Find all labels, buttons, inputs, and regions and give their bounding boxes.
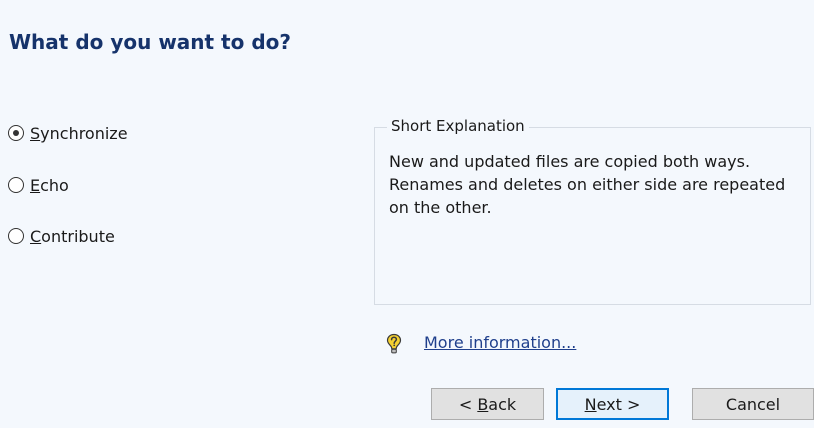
mnemonic-c: C — [30, 226, 42, 246]
wizard-panel: What do you want to do? Synchronize Echo… — [0, 0, 814, 428]
question-bulb-icon — [386, 333, 402, 354]
mnemonic-e: E — [30, 175, 41, 195]
option-echo[interactable]: Echo — [8, 173, 69, 197]
mnemonic-n: N — [584, 394, 597, 414]
cancel-button[interactable]: Cancel — [692, 388, 814, 420]
radio-button-contribute[interactable] — [8, 228, 24, 244]
mnemonic-b: B — [477, 394, 489, 414]
back-rest: ack — [488, 394, 517, 414]
option-contribute-label: Contribute — [30, 227, 115, 246]
next-rest: ext > — [596, 394, 641, 414]
explanation-text: New and updated files are copied both wa… — [389, 152, 786, 217]
cancel-label: Cancel — [725, 394, 781, 414]
back-button[interactable]: < Back — [431, 388, 544, 420]
radio-button-echo[interactable] — [8, 177, 24, 193]
option-contribute[interactable]: Contribute — [8, 224, 115, 248]
more-information-link[interactable]: More information... — [424, 333, 576, 352]
label-rest: cho — [40, 175, 69, 195]
page-title: What do you want to do? — [9, 30, 291, 54]
radio-button-synchronize[interactable] — [8, 125, 24, 141]
option-synchronize[interactable]: Synchronize — [8, 121, 128, 145]
option-echo-label: Echo — [30, 176, 69, 195]
short-explanation-groupbox: Short Explanation New and updated files … — [374, 117, 811, 305]
next-button[interactable]: Next > — [556, 388, 669, 420]
option-synchronize-label: Synchronize — [30, 124, 128, 143]
mnemonic-s: S — [30, 123, 41, 143]
back-prefix: < — [458, 394, 478, 414]
label-rest: ynchronize — [40, 123, 128, 143]
groupbox-title: Short Explanation — [387, 117, 529, 135]
label-rest: ontribute — [41, 226, 115, 246]
radio-selected-dot — [12, 129, 19, 136]
